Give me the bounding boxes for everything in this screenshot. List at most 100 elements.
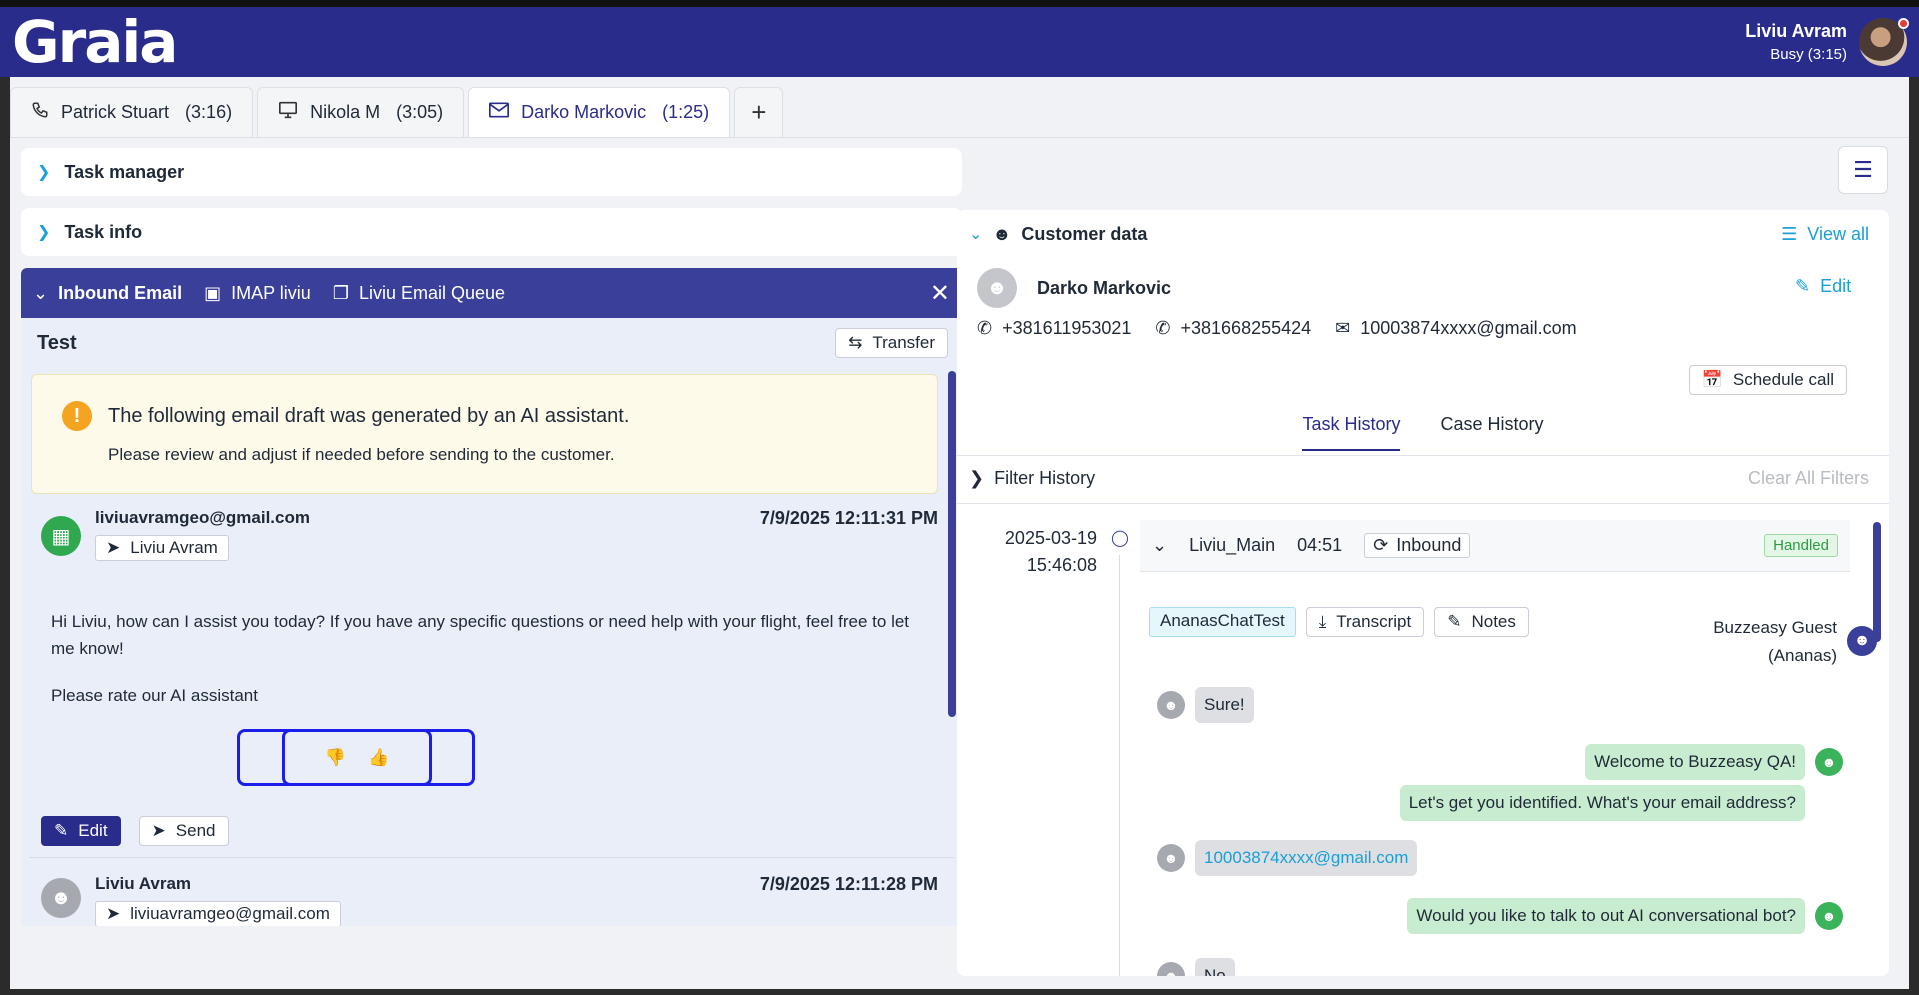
mail-icon: ✉ (1335, 318, 1351, 338)
user-name: Liviu Avram (1745, 21, 1847, 41)
chat-message: ☻ No (1157, 958, 1235, 976)
tab-task-history[interactable]: Task History (1302, 404, 1401, 451)
tab-nikola-m[interactable]: Nikola M (3:05) (257, 87, 465, 137)
chevron-right-icon: ❯ (37, 164, 51, 181)
email-collapse-toggle[interactable]: ⌄ Inbound Email (33, 283, 182, 304)
user-status: Busy (3:15) (1770, 46, 1847, 63)
chevron-right-icon: ❯ (969, 468, 985, 488)
history-item-header[interactable]: ⌄ Liviu_Main 04:51 ⟳ Inbound Handled (1140, 520, 1850, 572)
chevron-down-icon: ⌄ (33, 282, 49, 303)
phone-icon: ✆ (1155, 318, 1171, 338)
divider (957, 455, 1889, 456)
direction-badge: ⟳ Inbound (1364, 533, 1471, 558)
user-menu[interactable]: Liviu Avram Busy (3:15) (1745, 18, 1909, 66)
chat-message: ☻ 10003874xxxx@gmail.com (1157, 840, 1418, 876)
status-badge: Handled (1764, 534, 1838, 557)
ai-notice-subtitle: Please review and adjust if needed befor… (108, 445, 615, 464)
schedule-call-button[interactable]: 📅 Schedule call (1688, 365, 1847, 395)
chevron-down-icon: ⌄ (969, 226, 983, 243)
indent-icon: ☰ (1853, 157, 1873, 182)
tab-patrick-stuart[interactable]: Patrick Stuart (3:16) (10, 87, 254, 137)
plus-icon: + (751, 97, 767, 127)
message-sender: Liviu Avram (95, 874, 192, 893)
app-logo: Graia (12, 8, 178, 76)
tab-case-history[interactable]: Case History (1440, 404, 1543, 451)
history-tabs: Task History Case History (957, 404, 1889, 451)
chat-bubble: No (1195, 958, 1235, 976)
recipient-chip: ➤ liviuavramgeo@gmail.com (95, 901, 341, 926)
message-date: 7/9/2025 12:11:28 PM (759, 874, 938, 894)
filter-history-toggle[interactable]: ❯ Filter History (969, 468, 1095, 489)
email-scrollbar[interactable] (948, 371, 956, 717)
task-manager-title: Task manager (64, 161, 185, 182)
phone-contact[interactable]: ✆ +381611953021 (977, 318, 1131, 339)
transfer-button[interactable]: ⇆ Transfer (835, 328, 948, 358)
divider (29, 857, 954, 858)
thumbs-down-button[interactable]: 👎 (325, 748, 346, 768)
mail-icon (489, 102, 510, 123)
email-header-title: Inbound Email (58, 282, 183, 303)
bot-icon: ▦ (41, 516, 81, 556)
rating-prompt: Please rate our AI assistant (51, 686, 258, 705)
ai-notice-title: The following email draft was generated … (108, 404, 630, 427)
avatar[interactable] (1859, 18, 1909, 66)
person-icon: ☻ (1157, 844, 1185, 872)
chat-bubble: Sure! (1195, 687, 1254, 723)
customer-name: Darko Markovic (1037, 277, 1172, 298)
recipient-chip: ➤ Liviu Avram (95, 535, 229, 561)
pencil-icon: ✎ (54, 821, 69, 840)
timeline-line (1119, 555, 1120, 976)
phone-icon (31, 101, 49, 124)
customer-data-toggle[interactable]: ⌄ ☻ Customer data (969, 224, 1147, 245)
task-tabs: Patrick Stuart (3:16) Nikola M (3:05) Da… (10, 87, 784, 137)
inbox-icon: ▣ (204, 282, 222, 303)
email-account: ▣ IMAP liviu (204, 282, 311, 303)
queue-tag: AnanasChatTest (1149, 607, 1296, 637)
history-datetime: 2025-03-19 15:46:08 (977, 525, 1097, 579)
transfer-icon: ⇆ (848, 333, 863, 352)
history-scrollbar[interactable] (1873, 522, 1881, 642)
chat-bubble: Would you like to talk to out AI convers… (1407, 898, 1805, 934)
chat-icon: ◯ (1111, 530, 1129, 547)
email-message: ☻ Liviu Avram 7/9/2025 12:11:28 PM ➤ liv… (41, 874, 938, 926)
customer-contacts: ✆ +381611953021 ✆ +381668255424 ✉ 100038… (977, 318, 1577, 339)
status-dot (1898, 18, 1909, 29)
pencil-icon: ✎ (1795, 276, 1811, 296)
chat-bubble-link[interactable]: 10003874xxxx@gmail.com (1195, 840, 1418, 876)
edit-button[interactable]: ✎ Edit (41, 816, 121, 846)
person-icon: ☻ (1157, 962, 1185, 976)
edit-customer-link[interactable]: ✎ Edit (1795, 276, 1851, 297)
task-info-panel[interactable]: ❯ Task info (21, 208, 962, 256)
person-icon: ☻ (1157, 691, 1185, 719)
view-all-link[interactable]: ☰ View all (1781, 224, 1869, 245)
inbound-email-header: ⌄ Inbound Email ▣ IMAP liviu ❐ Liviu Ema… (21, 268, 962, 318)
tab-darko-markovic[interactable]: Darko Markovic (1:25) (468, 87, 731, 137)
side-panel-toggle-button[interactable]: ☰ (1838, 146, 1888, 194)
chat-bubble: Let's get you identified. What's your em… (1399, 785, 1805, 821)
thumbs-up-button[interactable]: 👍 (368, 748, 389, 768)
transcript-button[interactable]: ⤓ Transcript (1305, 607, 1425, 637)
close-icon[interactable]: ✕ (930, 279, 950, 308)
phone-contact[interactable]: ✆ +381668255424 (1155, 318, 1311, 339)
history-actions: AnanasChatTest ⤓ Transcript ✎ Notes (1149, 607, 1529, 637)
ai-draft-notice: ! The following email draft was generate… (31, 374, 938, 494)
task-manager-panel[interactable]: ❯ Task manager (21, 148, 962, 196)
add-tab-button[interactable]: + (734, 87, 784, 137)
send-button[interactable]: ➤ Send (138, 816, 229, 846)
phone-icon: ✆ (977, 318, 993, 338)
tab-time: (3:05) (396, 102, 444, 122)
customer-data-title: Customer data (1021, 223, 1148, 244)
filter-history-row: ❯ Filter History Clear All Filters (969, 468, 1869, 489)
tab-label: Darko Markovic (521, 102, 647, 122)
tab-label: Nikola M (310, 102, 381, 122)
warning-icon: ! (62, 401, 92, 431)
calendar-icon: 📅 (1701, 370, 1723, 389)
rating-buttons: 👎 👍 (282, 729, 432, 786)
email-contact[interactable]: ✉ 10003874xxxx@gmail.com (1335, 318, 1576, 339)
inbound-icon: ⟳ (1373, 535, 1389, 555)
clear-filters-button[interactable]: Clear All Filters (1748, 468, 1869, 489)
notes-button[interactable]: ✎ Notes (1434, 607, 1529, 637)
email-queue: ❐ Liviu Email Queue (332, 282, 506, 303)
send-icon: ➤ (151, 821, 166, 840)
send-icon: ➤ (106, 904, 121, 923)
